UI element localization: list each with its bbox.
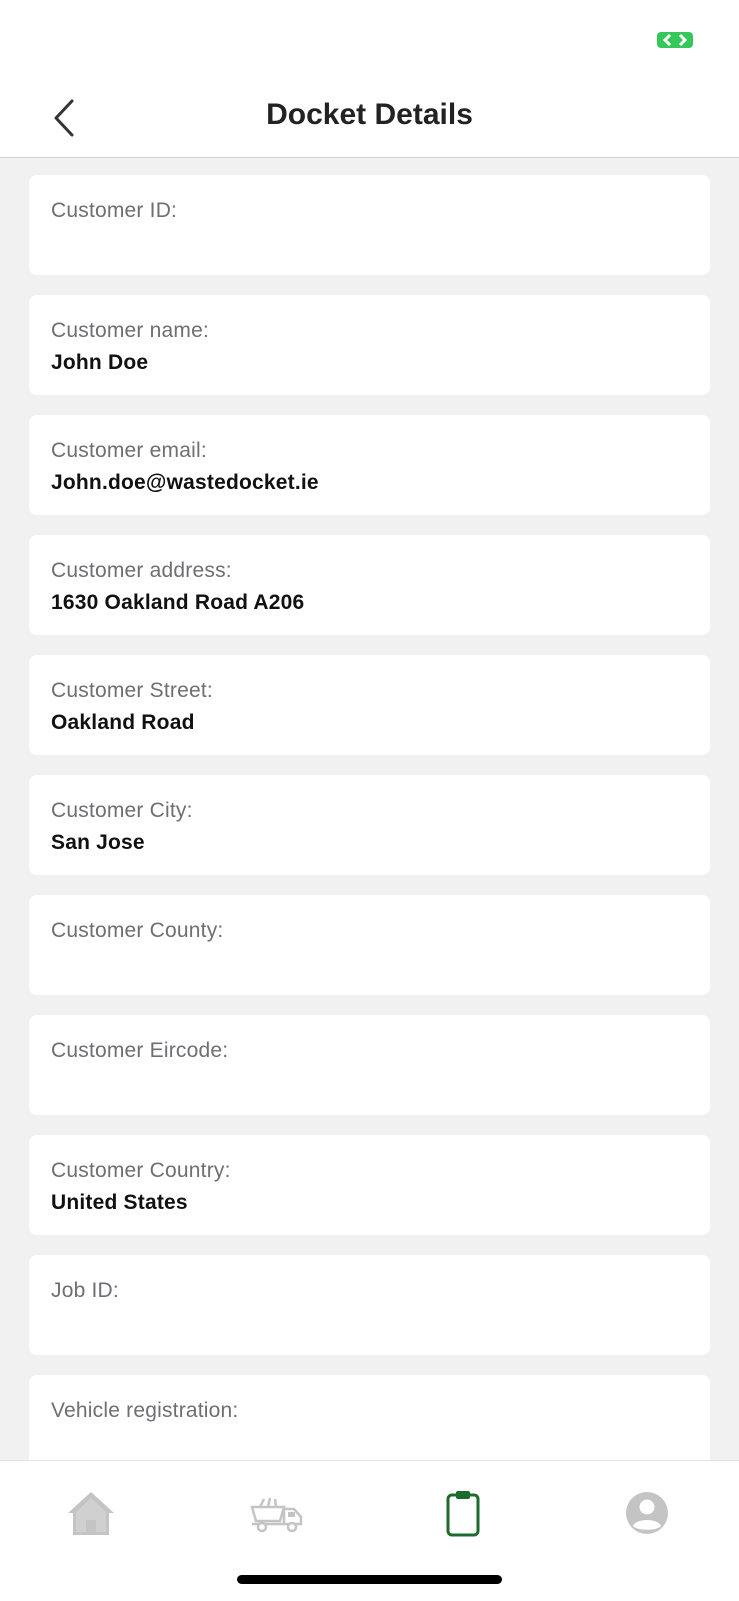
field-card-vehicle-registration: Vehicle registration: [29,1375,710,1460]
tab-jobs[interactable] [237,1483,317,1543]
field-card-customer-id: Customer ID: [29,175,710,275]
tab-dockets[interactable] [423,1483,503,1543]
skip-truck-icon [250,1497,303,1533]
field-label: Customer Eircode: [51,1039,229,1062]
page-title: Docket Details [266,98,473,131]
home-icon [68,1492,114,1535]
field-label: Customer Street: [51,679,213,702]
field-label: Vehicle registration: [51,1399,239,1422]
field-label: Customer email: [51,439,207,462]
field-label: Customer Country: [51,1159,231,1182]
header: Docket Details [0,80,739,158]
field-value: John Doe [51,351,149,374]
field-label: Job ID: [51,1279,119,1302]
field-card-customer-eircode: Customer Eircode: [29,1015,710,1115]
field-card-customer-address: Customer address: 1630 Oakland Road A206 [29,535,710,635]
clipboard-icon [446,1491,480,1537]
field-value: Oakland Road [51,711,195,734]
field-value: 1630 Oakland Road A206 [51,591,305,614]
field-card-customer-name: Customer name: John Doe [29,295,710,395]
field-label: Customer name: [51,319,210,342]
field-label: Customer ID: [51,199,178,222]
field-card-customer-street: Customer Street: Oakland Road [29,655,710,755]
field-card-customer-email: Customer email: John.doe@wastedocket.ie [29,415,710,515]
field-label: Customer address: [51,559,232,582]
docket-details-list[interactable]: Customer ID: Customer name: John Doe Cus… [0,158,739,1460]
field-card-customer-county: Customer County: [29,895,710,995]
status-bar [0,0,739,80]
field-value: John.doe@wastedocket.ie [51,471,319,494]
field-label: Customer County: [51,919,224,942]
home-indicator [237,1575,502,1584]
field-card-customer-country: Customer Country: United States [29,1135,710,1235]
field-card-job-id: Job ID: [29,1255,710,1355]
tab-profile[interactable] [607,1483,687,1543]
screen-record-icon [657,32,693,48]
field-card-customer-city: Customer City: San Jose [29,775,710,875]
tab-home[interactable] [51,1483,131,1543]
field-value: San Jose [51,831,145,854]
field-value: United States [51,1191,188,1214]
field-label: Customer City: [51,799,193,822]
profile-icon [626,1492,668,1534]
